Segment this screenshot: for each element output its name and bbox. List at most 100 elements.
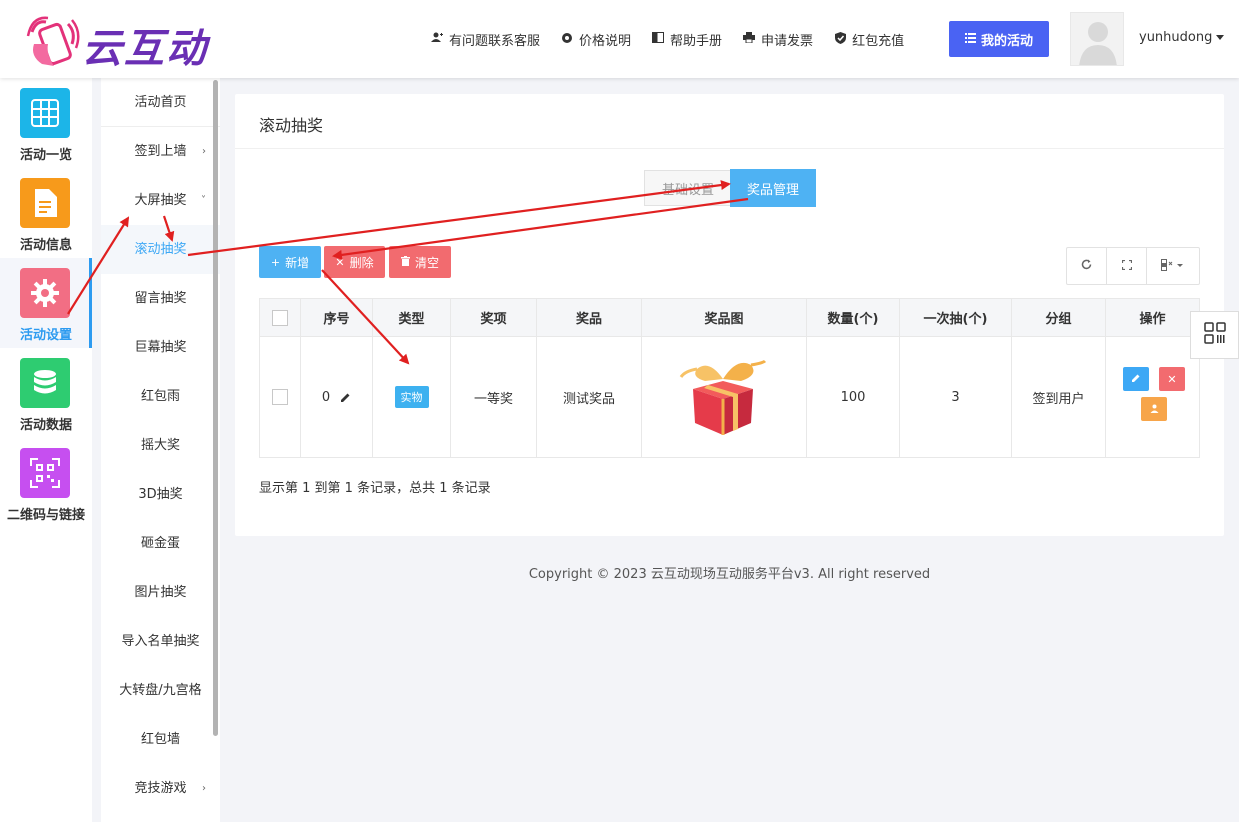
nav-label: 帮助手册 xyxy=(670,33,723,49)
user-icon xyxy=(1150,403,1159,416)
group-cell: 签到用户 xyxy=(1012,337,1106,457)
gear-icon xyxy=(20,268,70,318)
gift-box-image[interactable] xyxy=(679,357,769,437)
nav-invoice[interactable]: 申请发票 xyxy=(742,30,813,49)
table-toolbar xyxy=(1066,247,1200,285)
submenu-item-label: 留言抽奖 xyxy=(134,291,187,306)
avatar[interactable] xyxy=(1070,12,1124,66)
sidebar-item-activity-overview[interactable]: 活动一览 xyxy=(0,78,92,168)
submenu-item-label: 红包墙 xyxy=(140,732,180,747)
submenu-item-shake-prize[interactable]: 摇大奖 xyxy=(101,421,220,470)
delete-button-label: 删除 xyxy=(349,255,374,270)
add-button[interactable]: + 新增 xyxy=(259,246,321,278)
submenu-item-label: 大屏抽奖 xyxy=(134,193,187,208)
submenu-item-label: 红包雨 xyxy=(140,389,180,404)
tab-basic-settings[interactable]: 基础设置 xyxy=(644,170,732,206)
submenu-item-activity-home[interactable]: 活动首页 xyxy=(101,78,220,127)
qrcode-icon xyxy=(1203,322,1226,348)
column-header[interactable]: 分组 xyxy=(1012,299,1106,336)
chevron-right-icon: › xyxy=(202,783,206,794)
close-icon: ✕ xyxy=(335,255,345,269)
table-header: 序号 类型 奖项 奖品 奖品图 数量(个) 一次抽(个) 分组 操作 xyxy=(260,299,1199,337)
column-header[interactable]: 奖品 xyxy=(537,299,642,336)
submenu-scrollbar[interactable] xyxy=(213,80,218,736)
icon-sidebar: 活动一览 活动信息 活动设置 活动数据 二维码与链接 xyxy=(0,78,92,822)
edit-button[interactable] xyxy=(1123,367,1149,391)
sidebar-item-qrcode-link[interactable]: 二维码与链接 xyxy=(0,438,92,528)
submenu-item-wheel-grid[interactable]: 大转盘/九宫格 xyxy=(101,666,220,715)
user-name[interactable]: yunhudong xyxy=(1139,30,1212,45)
submenu-item-label: 摇大奖 xyxy=(140,438,180,453)
chevron-right-icon: › xyxy=(202,146,206,157)
submenu-item-3d-lottery[interactable]: 3D抽奖 xyxy=(101,470,220,519)
submenu-item-label: 3D抽奖 xyxy=(138,487,183,502)
close-icon: ✕ xyxy=(1167,372,1177,386)
submenu-item-label: 导入名单抽奖 xyxy=(121,634,200,649)
submenu-item-import-list-lottery[interactable]: 导入名单抽奖 xyxy=(101,617,220,666)
chevron-down-icon[interactable] xyxy=(1216,35,1224,40)
clear-button[interactable]: 清空 xyxy=(389,246,451,278)
my-activity-button[interactable]: 我的活动 xyxy=(949,21,1049,57)
select-all-checkbox[interactable] xyxy=(272,309,288,326)
tab-prize-management[interactable]: 奖品管理 xyxy=(730,169,816,207)
qrcode-icon xyxy=(20,448,70,498)
column-header[interactable]: 类型 xyxy=(373,299,451,336)
delete-row-button[interactable]: ✕ xyxy=(1159,367,1185,391)
brand-name: 云互动 xyxy=(82,26,208,72)
submenu-item-label: 竞技游戏 xyxy=(134,781,187,796)
column-header[interactable]: 奖品图 xyxy=(642,299,807,336)
nav-recharge[interactable]: 红包充值 xyxy=(833,30,904,49)
nav-label: 红包充值 xyxy=(852,33,905,49)
nav-label: 有问题联系客服 xyxy=(449,33,541,49)
floating-qrcode-button[interactable] xyxy=(1190,311,1239,359)
sidebar-item-activity-info[interactable]: 活动信息 xyxy=(0,168,92,258)
submenu-item-checkin-wall[interactable]: 签到上墙 › xyxy=(101,127,220,176)
user-avatar-icon xyxy=(1079,22,1117,65)
submenu-item-competitive-games[interactable]: 竞技游戏 › xyxy=(101,764,220,813)
submenu-item-red-packet-wall[interactable]: 红包墙 xyxy=(101,715,220,764)
pencil-icon[interactable] xyxy=(340,392,351,403)
refresh-button[interactable] xyxy=(1067,248,1107,284)
column-header[interactable]: 一次抽(个) xyxy=(900,299,1012,336)
column-header[interactable]: 数量(个) xyxy=(807,299,900,336)
row-select-cell xyxy=(260,337,301,457)
submenu-item-big-screen-lottery[interactable]: 大屏抽奖 ˅ xyxy=(101,176,220,225)
submenu-item-scroll-lottery[interactable]: 滚动抽奖 xyxy=(101,225,220,274)
grid-icon xyxy=(20,88,70,138)
type-cell: 实物 xyxy=(373,337,451,457)
logo[interactable]: 云互动 xyxy=(20,10,230,72)
submenu-item-giant-screen-lottery[interactable]: 巨幕抽奖 xyxy=(101,323,220,372)
main-panel: 滚动抽奖 基础设置 奖品管理 + 新增 ✕ 删除 清空 序号 类型 奖项 奖品 … xyxy=(235,94,1224,536)
submenu-item-label: 活动首页 xyxy=(134,95,187,110)
footer-copyright: Copyright © 2023 云互动现场互动服务平台v3. All righ… xyxy=(528,567,931,582)
sidebar-item-activity-data[interactable]: 活动数据 xyxy=(0,348,92,438)
submenu-item-label: 大转盘/九宫格 xyxy=(119,683,202,698)
index-cell: 0 xyxy=(301,337,373,457)
trash-icon xyxy=(400,255,410,269)
submenu-item-red-packet-rain[interactable]: 红包雨 xyxy=(101,372,220,421)
document-icon xyxy=(20,178,70,228)
submenu-item-golden-egg[interactable]: 砸金蛋 xyxy=(101,519,220,568)
column-header[interactable]: 序号 xyxy=(301,299,373,336)
column-header[interactable]: 奖项 xyxy=(451,299,537,336)
sidebar-gap xyxy=(92,78,101,822)
row-checkbox[interactable] xyxy=(272,389,288,405)
submenu-item-label: 签到上墙 xyxy=(134,144,187,159)
delete-button[interactable]: ✕ 删除 xyxy=(324,246,385,278)
list-icon xyxy=(964,32,976,46)
per-draw-cell: 3 xyxy=(900,337,1012,457)
submenu-item-image-lottery[interactable]: 图片抽奖 xyxy=(101,568,220,617)
header: 云互动 有问题联系客服 价格说明 帮助手册 申请发票 红包充值 我的活动 yun… xyxy=(0,0,1239,78)
submenu: 活动首页 签到上墙 › 大屏抽奖 ˅ 滚动抽奖 留言抽奖 巨幕抽奖 红包雨 摇大奖 … xyxy=(101,78,220,822)
fullscreen-button[interactable] xyxy=(1107,248,1147,284)
assign-user-button[interactable] xyxy=(1141,397,1167,421)
columns-toggle-button[interactable] xyxy=(1147,248,1199,284)
sidebar-item-activity-settings[interactable]: 活动设置 xyxy=(0,258,92,348)
page-title: 滚动抽奖 xyxy=(259,116,324,135)
nav-pricing[interactable]: 价格说明 xyxy=(560,30,631,49)
nav-customer-service[interactable]: 有问题联系客服 xyxy=(430,30,540,49)
submenu-item-message-lottery[interactable]: 留言抽奖 xyxy=(101,274,220,323)
pagination-info: 显示第 1 到第 1 条记录，总共 1 条记录 xyxy=(259,481,491,496)
nav-help-manual[interactable]: 帮助手册 xyxy=(651,30,722,49)
sidebar-item-label: 活动一览 xyxy=(19,148,72,163)
